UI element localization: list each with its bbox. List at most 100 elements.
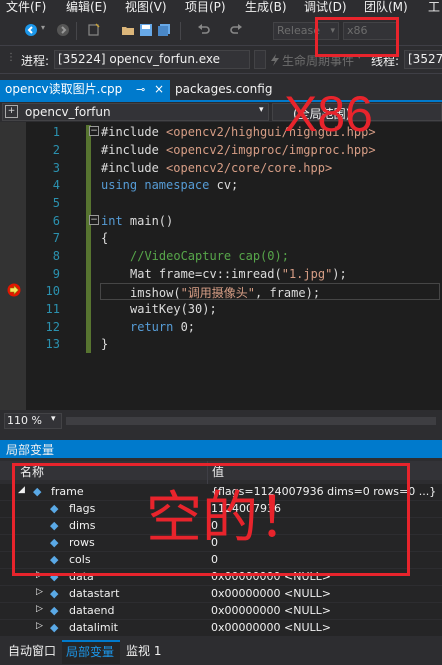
line-number: 13 — [45, 337, 60, 351]
code-text: Mat frame=cv::imread( — [130, 267, 282, 281]
code-string: "1.jpg" — [281, 267, 333, 281]
menu-bar: 文件(F) 编辑(E) 视图(V) 项目(P) 生成(B) 调试(D) 团队(M… — [0, 0, 442, 14]
process-dropdown-button[interactable] — [254, 50, 266, 69]
line-number: 2 — [52, 143, 60, 157]
new-project-icon[interactable] — [87, 23, 101, 37]
expand-arrow-icon[interactable]: ▷ — [36, 587, 43, 597]
code-line: } — [101, 337, 108, 351]
save-all-icon[interactable] — [157, 23, 171, 37]
variable-icon: ◆ — [50, 587, 59, 600]
line-number: 9 — [52, 267, 60, 281]
collapse-icon[interactable]: − — [89, 215, 99, 225]
code-text: imshow( — [130, 286, 181, 300]
code-comment: //VideoCapture cap(0); — [130, 249, 289, 263]
code-keyword: return — [130, 320, 174, 334]
line-number: 7 — [52, 231, 60, 245]
collapse-icon[interactable]: − — [89, 126, 99, 136]
code-string: <opencv2/imgproc/imgproc.hpp> — [166, 143, 376, 157]
close-icon[interactable]: × — [154, 80, 164, 99]
line-number: 10 — [45, 284, 60, 298]
lifecycle-events-icon[interactable] — [270, 54, 280, 66]
tab-packages-config[interactable]: packages.config — [170, 80, 280, 100]
horizontal-scrollbar[interactable] — [66, 417, 436, 425]
locals-title-bar[interactable]: 局部变量 — [0, 440, 442, 458]
code-keyword: using namespace — [101, 178, 210, 192]
toolbar-separator — [76, 22, 77, 40]
open-folder-icon[interactable] — [121, 23, 135, 37]
project-icon: + — [5, 105, 18, 118]
tab-watch-1[interactable]: 监视 1 — [126, 642, 161, 659]
code-line: waitKey(30); — [130, 302, 217, 316]
menu-build[interactable]: 生成(B) — [245, 0, 287, 15]
tab-label: opencv读取图片.cpp — [5, 82, 123, 96]
project-select[interactable]: + opencv_forfun ▾ — [2, 103, 269, 121]
back-arrow-icon[interactable] — [24, 23, 38, 37]
variable-value: 0x00000000 <NULL> — [211, 587, 331, 600]
menu-edit[interactable]: 编辑(E) — [66, 0, 107, 15]
code-text: main() — [122, 214, 174, 228]
tab-locals[interactable]: 局部变量 — [62, 640, 120, 664]
annotation-empty-text: 空的！ — [146, 486, 314, 551]
grip-icon: ⋮ — [6, 52, 16, 63]
forward-arrow-icon[interactable] — [56, 23, 70, 37]
line-number: 1 — [52, 125, 60, 139]
tool-window-tabs: 自动窗口 局部变量 监视 1 — [0, 640, 442, 665]
editor-status-row: 110 % ▾ — [0, 412, 442, 430]
process-label: 进程: — [21, 54, 50, 68]
change-tracking-bar — [86, 125, 91, 353]
annotation-platform-highlight — [315, 17, 399, 57]
project-name: opencv_forfun — [25, 105, 111, 119]
tab-label: packages.config — [175, 82, 273, 96]
line-number: 3 — [52, 161, 60, 175]
line-number: 12 — [45, 320, 60, 334]
expand-arrow-icon[interactable]: ▷ — [36, 604, 43, 614]
indicator-margin[interactable] — [0, 122, 26, 410]
code-line: //VideoCapture cap(0); — [130, 249, 289, 263]
process-value: [35224] opencv_forfun.exe — [58, 52, 221, 66]
thread-select[interactable]: [35270 — [404, 50, 442, 69]
save-icon[interactable] — [139, 23, 153, 37]
code-line: using namespace cv; — [101, 178, 238, 192]
navigation-bar: + opencv_forfun ▾ (全局范围) — [0, 102, 442, 122]
line-number: 11 — [45, 302, 60, 316]
code-text: 0; — [173, 320, 196, 334]
variable-icon: ◆ — [50, 621, 59, 634]
zoom-level: 110 % — [7, 414, 42, 427]
menu-debug[interactable]: 调试(D) — [304, 0, 347, 15]
tab-autos[interactable]: 自动窗口 — [8, 642, 56, 659]
line-number: 5 — [52, 196, 60, 210]
redo-icon[interactable] — [229, 23, 243, 37]
undo-icon[interactable] — [197, 23, 211, 37]
tab-opencv-cpp[interactable]: opencv读取图片.cpp ⊸ × — [0, 80, 170, 100]
menu-view[interactable]: 视图(V) — [125, 0, 167, 15]
breakpoint-current-statement-icon[interactable] — [7, 283, 21, 297]
zoom-select[interactable]: 110 % ▾ — [4, 413, 62, 429]
line-number: 8 — [52, 249, 60, 263]
code-directive: #include — [101, 161, 167, 175]
code-string: <opencv2/core/core.hpp> — [166, 161, 333, 175]
code-keyword: int — [101, 214, 123, 228]
table-row[interactable]: ▷ ◆ datalimit 0x00000000 <NULL> — [0, 620, 442, 637]
code-directive: #include — [101, 143, 167, 157]
locals-title: 局部变量 — [6, 443, 55, 457]
code-string: "调用摄像头" — [180, 286, 256, 300]
table-row[interactable]: ▷ ◆ dataend 0x00000000 <NULL> — [0, 603, 442, 620]
code-line: #include <opencv2/core/core.hpp> — [101, 161, 332, 175]
code-text: } — [101, 337, 109, 351]
menu-team[interactable]: 团队(M) — [364, 0, 408, 15]
menu-project[interactable]: 项目(P) — [185, 0, 226, 15]
process-select[interactable]: [35224] opencv_forfun.exe — [54, 50, 250, 69]
variable-value: 0x00000000 <NULL> — [211, 604, 331, 617]
thread-value: [35270 — [408, 52, 442, 66]
zoom-dropdown-icon: ▾ — [51, 414, 56, 424]
table-row[interactable]: ▷ ◆ datastart 0x00000000 <NULL> — [0, 586, 442, 603]
code-directive: #include — [101, 125, 167, 139]
expand-arrow-icon[interactable]: ▷ — [36, 621, 43, 631]
menu-tools[interactable]: 工 — [428, 0, 440, 15]
menu-file[interactable]: 文件(F) — [6, 0, 46, 15]
pin-icon[interactable]: ⊸ — [136, 80, 145, 99]
project-dropdown-icon: ▾ — [259, 105, 264, 115]
back-dropdown-icon[interactable]: ▾ — [41, 23, 45, 32]
line-number: 4 — [52, 178, 60, 192]
variable-value: 0x00000000 <NULL> — [211, 621, 331, 634]
